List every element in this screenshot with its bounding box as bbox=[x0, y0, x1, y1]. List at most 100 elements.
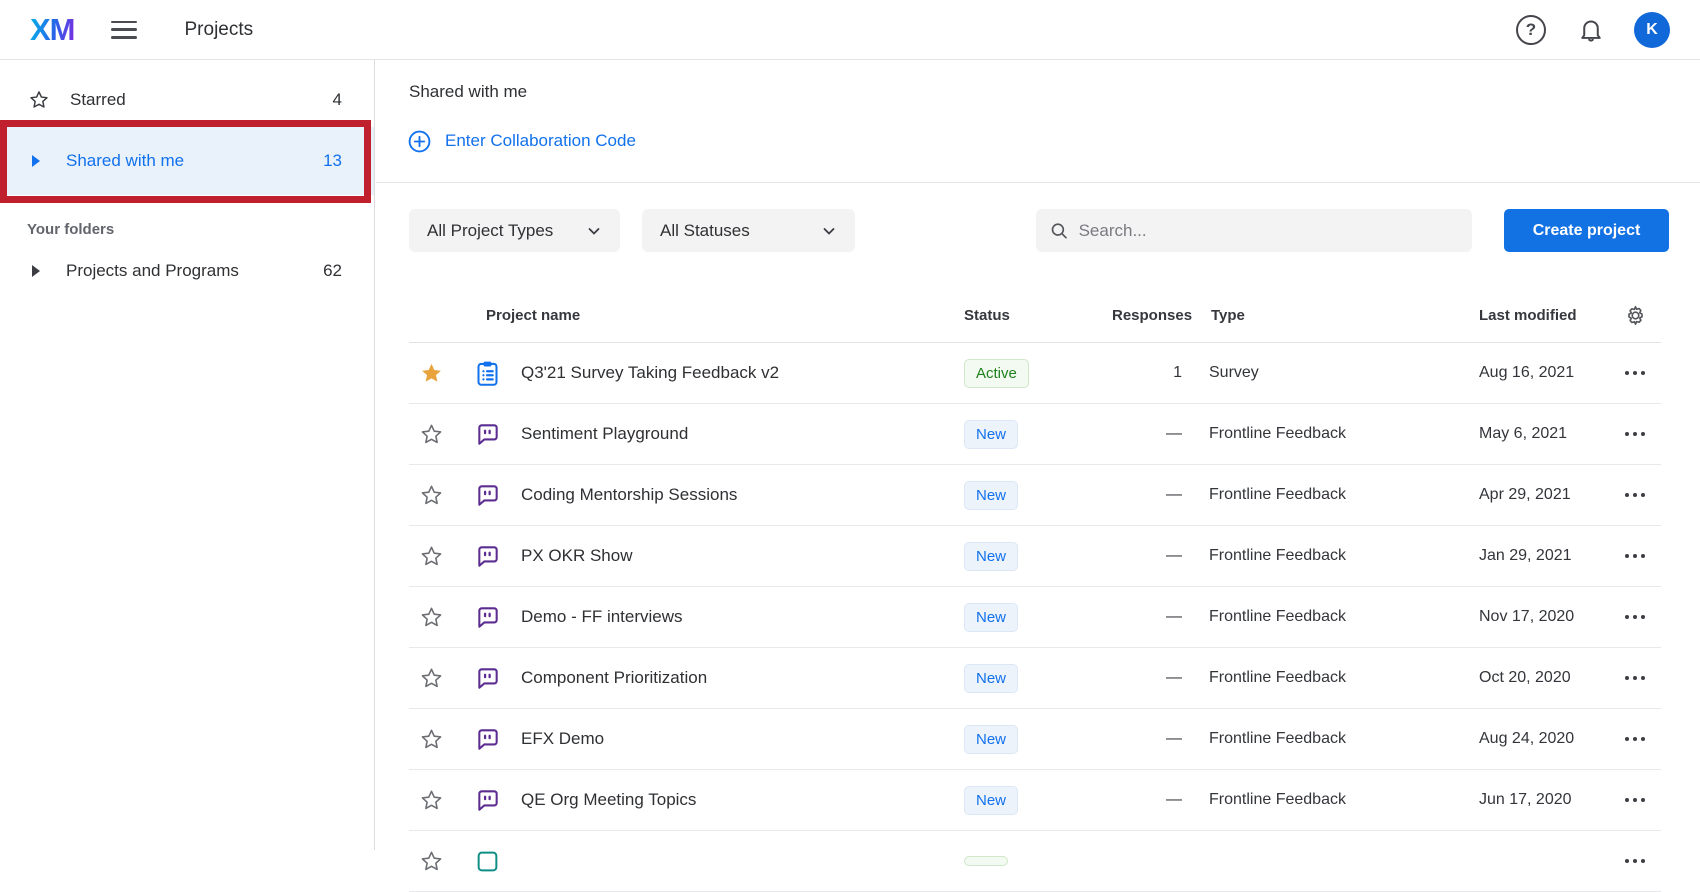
last-modified-value: Apr 29, 2021 bbox=[1479, 486, 1609, 504]
table-row[interactable]: PX OKR Show New — Frontline Feedback Jan… bbox=[409, 526, 1661, 587]
caret-right-icon[interactable] bbox=[32, 155, 40, 167]
project-name-link[interactable]: PX OKR Show bbox=[505, 546, 964, 566]
star-toggle[interactable] bbox=[409, 544, 453, 569]
star-outline-icon bbox=[419, 666, 444, 691]
sidebar: Starred 4 Shared with me 13 Your folders… bbox=[0, 60, 375, 850]
table-row[interactable]: Q3'21 Survey Taking Feedback v2 Active 1… bbox=[409, 343, 1661, 404]
table-row[interactable]: Demo - FF interviews New — Frontline Fee… bbox=[409, 587, 1661, 648]
frontline-feedback-project-icon bbox=[475, 421, 501, 447]
column-header-project-name[interactable]: Project name bbox=[409, 307, 964, 324]
responses-value: — bbox=[1112, 425, 1182, 443]
star-toggle[interactable] bbox=[409, 666, 453, 691]
row-actions-menu-button[interactable] bbox=[1609, 554, 1661, 559]
row-actions-menu-button[interactable] bbox=[1609, 615, 1661, 620]
sidebar-item-label: Starred bbox=[70, 90, 126, 110]
search-input[interactable] bbox=[1079, 221, 1458, 241]
responses-value: — bbox=[1112, 791, 1182, 809]
sidebar-item-shared-with-me[interactable]: Shared with me 13 bbox=[0, 127, 374, 195]
project-type-value: Survey bbox=[1209, 364, 1479, 382]
project-type-value: Frontline Feedback bbox=[1209, 425, 1479, 443]
project-type-value: Frontline Feedback bbox=[1209, 791, 1479, 809]
caret-right-icon[interactable] bbox=[32, 265, 40, 277]
frontline-feedback-project-icon bbox=[475, 787, 501, 813]
chevron-down-icon bbox=[586, 223, 602, 239]
project-name-link[interactable]: Component Prioritization bbox=[505, 668, 964, 688]
create-project-button[interactable]: Create project bbox=[1504, 209, 1669, 252]
star-toggle[interactable] bbox=[409, 788, 453, 813]
sidebar-item-label: Shared with me bbox=[66, 151, 184, 171]
star-outline-icon bbox=[419, 544, 444, 569]
frontline-feedback-project-icon bbox=[475, 604, 501, 630]
star-toggle[interactable] bbox=[409, 727, 453, 752]
table-row[interactable] bbox=[409, 831, 1661, 892]
enter-collaboration-code-link[interactable]: Enter Collaboration Code bbox=[407, 124, 636, 158]
notifications-button[interactable] bbox=[1574, 13, 1608, 47]
frontline-feedback-project-icon bbox=[475, 726, 501, 752]
status-badge bbox=[964, 856, 1008, 866]
sidebar-item-starred[interactable]: Starred 4 bbox=[0, 73, 374, 127]
help-icon: ? bbox=[1516, 15, 1546, 45]
project-name-link[interactable]: QE Org Meeting Topics bbox=[505, 790, 964, 810]
column-header-type[interactable]: Type bbox=[1209, 307, 1479, 324]
star-outline-icon bbox=[419, 727, 444, 752]
user-avatar[interactable]: K bbox=[1634, 12, 1670, 48]
last-modified-value: Nov 17, 2020 bbox=[1479, 608, 1609, 626]
project-name-link[interactable]: Q3'21 Survey Taking Feedback v2 bbox=[505, 363, 964, 383]
star-toggle[interactable] bbox=[409, 605, 453, 630]
status-badge: New bbox=[964, 725, 1018, 754]
row-actions-menu-button[interactable] bbox=[1609, 859, 1661, 864]
table-row[interactable]: Coding Mentorship Sessions New — Frontli… bbox=[409, 465, 1661, 526]
table-row[interactable]: Sentiment Playground New — Frontline Fee… bbox=[409, 404, 1661, 465]
table-settings-gear-icon[interactable] bbox=[1624, 304, 1647, 327]
status-badge: New bbox=[964, 542, 1018, 571]
project-type-value: Frontline Feedback bbox=[1209, 547, 1479, 565]
status-badge: New bbox=[964, 481, 1018, 510]
last-modified-value: Aug 16, 2021 bbox=[1479, 364, 1609, 382]
table-row[interactable]: Component Prioritization New — Frontline… bbox=[409, 648, 1661, 709]
row-actions-menu-button[interactable] bbox=[1609, 737, 1661, 742]
sidebar-item-projects-and-programs[interactable]: Projects and Programs 62 bbox=[0, 244, 374, 298]
table-row[interactable]: QE Org Meeting Topics New — Frontline Fe… bbox=[409, 770, 1661, 831]
table-header-row: Project name Status Responses Type Last … bbox=[409, 288, 1661, 343]
project-types-filter-dropdown[interactable]: All Project Types bbox=[409, 209, 620, 252]
row-actions-menu-button[interactable] bbox=[1609, 432, 1661, 437]
project-name-link[interactable]: Coding Mentorship Sessions bbox=[505, 485, 964, 505]
row-actions-menu-button[interactable] bbox=[1609, 798, 1661, 803]
project-name-link[interactable]: Sentiment Playground bbox=[505, 424, 964, 444]
row-actions-menu-button[interactable] bbox=[1609, 493, 1661, 498]
star-outline-icon bbox=[419, 605, 444, 630]
star-toggle[interactable] bbox=[409, 849, 453, 874]
row-actions-menu-button[interactable] bbox=[1609, 371, 1661, 376]
star-icon bbox=[28, 89, 50, 111]
star-toggle[interactable] bbox=[409, 483, 453, 508]
xm-logo[interactable]: XM bbox=[30, 12, 75, 48]
column-header-responses[interactable]: Responses bbox=[1112, 307, 1182, 324]
star-toggle[interactable] bbox=[409, 422, 453, 447]
search-box bbox=[1036, 209, 1472, 252]
project-name-link[interactable]: Demo - FF interviews bbox=[505, 607, 964, 627]
divider bbox=[376, 182, 1700, 183]
frontline-feedback-project-icon bbox=[475, 665, 501, 691]
hamburger-menu-icon[interactable] bbox=[111, 21, 137, 39]
help-button[interactable]: ? bbox=[1514, 13, 1548, 47]
star-outline-icon bbox=[419, 483, 444, 508]
last-modified-value: Jan 29, 2021 bbox=[1479, 547, 1609, 565]
status-badge: New bbox=[964, 786, 1018, 815]
project-name-link[interactable]: EFX Demo bbox=[505, 729, 964, 749]
column-header-last-modified[interactable]: Last modified bbox=[1479, 307, 1609, 324]
frontline-feedback-project-icon bbox=[475, 482, 501, 508]
last-modified-value: Oct 20, 2020 bbox=[1479, 669, 1609, 687]
frontline-feedback-project-icon bbox=[475, 543, 501, 569]
status-badge: Active bbox=[964, 359, 1029, 388]
last-modified-value: Jun 17, 2020 bbox=[1479, 791, 1609, 809]
column-header-status[interactable]: Status bbox=[964, 307, 1112, 324]
your-folders-heading: Your folders bbox=[27, 221, 374, 238]
project-type-value: Frontline Feedback bbox=[1209, 486, 1479, 504]
section-title: Shared with me bbox=[376, 60, 1700, 102]
sidebar-item-count: 13 bbox=[323, 151, 342, 171]
statuses-filter-dropdown[interactable]: All Statuses bbox=[642, 209, 855, 252]
table-row[interactable]: EFX Demo New — Frontline Feedback Aug 24… bbox=[409, 709, 1661, 770]
row-actions-menu-button[interactable] bbox=[1609, 676, 1661, 681]
star-outline-icon bbox=[419, 422, 444, 447]
star-toggle[interactable] bbox=[409, 361, 453, 386]
